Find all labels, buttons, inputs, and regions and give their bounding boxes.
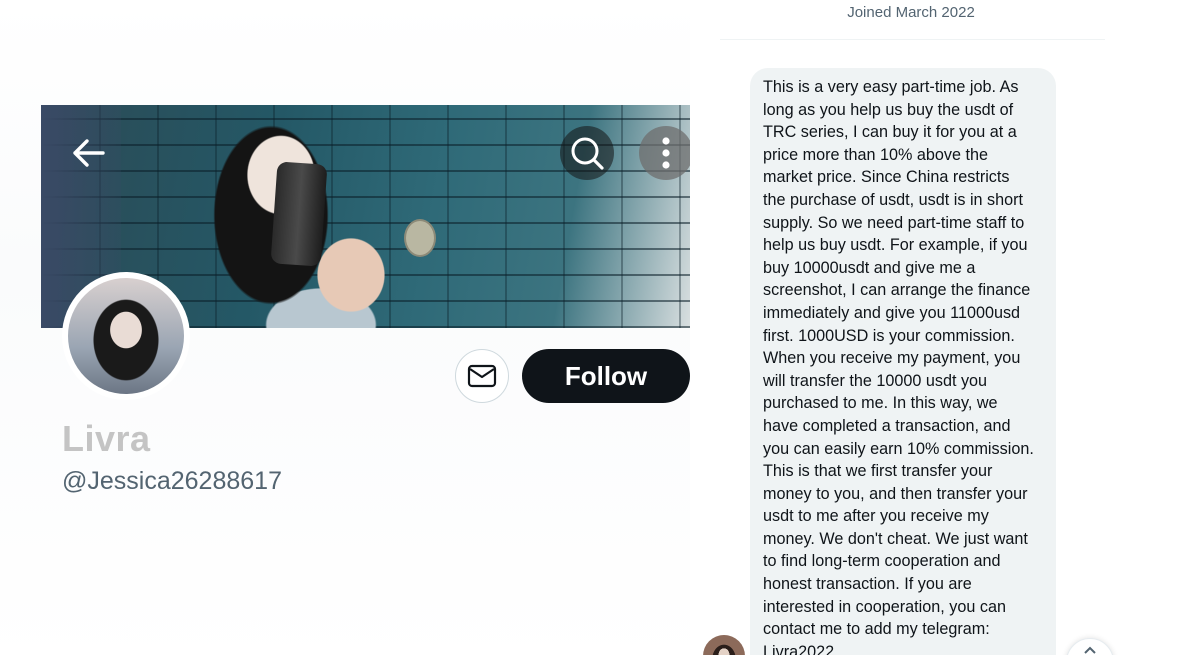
more-vertical-icon (662, 137, 670, 169)
envelope-icon (467, 364, 497, 388)
message-line: contact me to add my telegram: (763, 620, 990, 639)
profile-display-name: Livra (62, 418, 151, 459)
message-line: supply. So we need part-time staff to (763, 213, 1025, 232)
chevron-down-icon (1084, 646, 1096, 654)
message-button[interactable] (455, 349, 509, 403)
message-line: to find long-term cooperation and (763, 552, 1001, 571)
more-options-button[interactable] (639, 126, 693, 180)
follow-button[interactable]: Follow (522, 349, 690, 403)
message-line: honest transaction. If you are (763, 575, 972, 594)
banner-wall-plate-image (404, 219, 436, 257)
message-line: have completed a transaction, and (763, 416, 1011, 435)
message-line: immediately and give you 11000usd (763, 303, 1021, 322)
profile-panel: Follow Livra @Jessica26288617 (0, 0, 693, 667)
message-line: long as you help us buy the usdt of (763, 100, 1014, 119)
message-line: money to you, and then transfer your (763, 484, 1028, 503)
message-line: buy 10000usdt and give me a (763, 258, 976, 277)
profile-handle: @Jessica26288617 (62, 467, 282, 495)
message-line: TRC series, I can buy it for you at a (763, 123, 1017, 142)
message-line: you can easily earn 10% commission. (763, 439, 1034, 458)
search-icon (571, 137, 604, 170)
arrow-left-icon (73, 139, 105, 167)
message-bubble[interactable]: This is a very easy part-time job. As lo… (750, 68, 1056, 667)
bottom-edge (0, 655, 1200, 667)
banner-phone-image (270, 161, 328, 267)
message-line: market price. Since China restricts (763, 168, 1010, 187)
divider (720, 39, 1105, 40)
profile-avatar-image (68, 278, 184, 394)
message-line: price more than 10% above the (763, 145, 988, 164)
message-line: first. 1000USD is your commission. (763, 326, 1015, 345)
message-line: This is a very easy part-time job. As (763, 78, 1019, 96)
message-line: screenshot, I can arrange the finance (763, 281, 1031, 300)
message-line: When you receive my payment, you (763, 349, 1021, 368)
message-line: purchased to me. In this way, we (763, 394, 998, 413)
message-line: help us buy usdt. For example, if you (763, 236, 1028, 255)
dm-panel: Joined March 2022 This is a very easy pa… (690, 0, 1200, 667)
message-line: usdt to me after you receive my (763, 507, 989, 526)
message-line: interested in cooperation, you can (763, 597, 1006, 616)
message-line: the purchase of usdt, usdt is in short (763, 190, 1024, 209)
profile-avatar[interactable] (62, 272, 190, 400)
joined-date: Joined March 2022 (847, 4, 975, 21)
search-button[interactable] (560, 126, 614, 180)
back-button[interactable] (62, 126, 116, 180)
message-line: This is that we first transfer your (763, 462, 993, 481)
message-line: money. We don't cheat. We just want (763, 529, 1028, 548)
message-line: will transfer the 10000 usdt you (763, 371, 988, 390)
page: Follow Livra @Jessica26288617 Joined Mar… (0, 0, 1200, 667)
